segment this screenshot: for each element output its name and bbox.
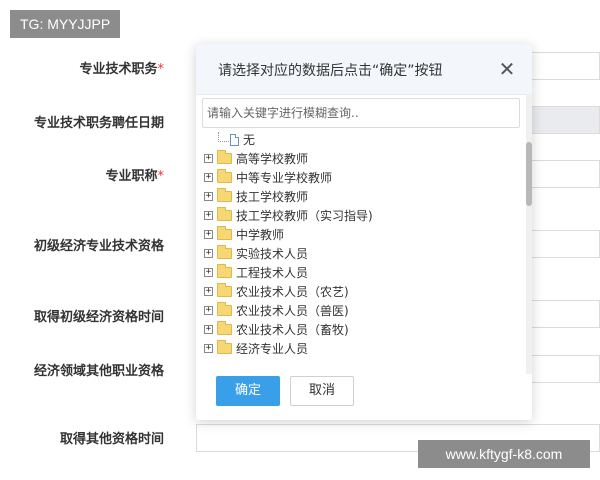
folder-icon [217,321,232,335]
watermark-bottom-right: www.kftygf-k8.com [418,440,590,468]
dialog-header: 请选择对应的数据后点击“确定”按钮 ✕ [196,44,532,95]
folder-icon [217,283,232,297]
dialog-title: 请选择对应的数据后点击“确定”按钮 [218,63,443,79]
expand-icon[interactable]: + [204,268,213,277]
folder-icon [217,340,232,354]
field-label-professional-title: 专业技术职务* [79,62,164,77]
tree-item-label: 高等学校教师 [236,152,309,166]
expand-icon[interactable]: + [204,325,213,334]
close-icon[interactable]: ✕ [496,58,518,80]
expand-icon[interactable]: + [204,344,213,353]
tree-item[interactable]: + 实验技术人员 [204,244,520,263]
tree-item-label: 实验技术人员 [236,247,309,261]
tree-item-label: 技工学校教师（实习指导) [236,209,373,223]
folder-icon [217,188,232,202]
expand-icon[interactable]: + [204,287,213,296]
tree-item-label: 农业技术人员（农艺) [236,285,349,299]
tree-item[interactable]: + 农业技术人员（兽医) [204,301,520,320]
field-label-professional-rank: 专业职称* [105,169,164,184]
tree-item-label: 农业技术人员（畜牧) [236,323,349,337]
tree-item-label: 工程技术人员 [236,266,309,280]
folder-icon [217,207,232,221]
tree-item[interactable]: + 经济专业人员 [204,339,520,358]
folder-icon [217,245,232,259]
expand-icon[interactable]: + [204,211,213,220]
expand-icon[interactable]: + [204,173,213,182]
category-tree: 无 + 高等学校教师 + 中等专业学校教师 + 技工学校教师 + 技工学校教师（实习指导) + 中… [204,130,520,362]
expand-icon[interactable]: + [204,230,213,239]
tree-item-none[interactable]: 无 [204,130,520,149]
tree-scrollbar[interactable] [526,94,532,374]
cancel-button[interactable]: 取消 [290,376,354,406]
scrollbar-thumb[interactable] [526,142,532,206]
field-label-other-qualification: 经济领域其他职业资格 [33,364,164,379]
field-label-junior-economic-qualification: 初级经济专业技术资格 [33,239,164,254]
folder-icon [217,150,232,164]
field-label-appointment-date: 专业技术职务聘任日期 [33,116,164,131]
tree-item[interactable]: + 技工学校教师（实习指导) [204,206,520,225]
search-input[interactable] [202,98,520,128]
expand-icon[interactable]: + [204,249,213,258]
tree-item[interactable]: + 高等学校教师 [204,149,520,168]
folder-icon [217,226,232,240]
tree-item[interactable]: + 中等专业学校教师 [204,168,520,187]
tree-item-label: 农业技术人员（兽医) [236,304,349,318]
folder-icon [217,302,232,316]
tree-item[interactable]: + 技工学校教师 [204,187,520,206]
tree-item[interactable]: + 工程技术人员 [204,263,520,282]
expand-icon[interactable]: + [204,306,213,315]
watermark-top-left: TG: MYYJJPP [10,10,121,38]
expand-icon[interactable]: + [204,192,213,201]
tree-item-label: 经济专业人员 [236,342,309,356]
tree-item-label: 中等专业学校教师 [236,171,333,185]
folder-icon [217,169,232,183]
tree-item-label: 无 [243,133,256,147]
expand-icon[interactable]: + [204,154,213,163]
field-label-other-qualification-date: 取得其他资格时间 [59,432,164,447]
tree-item[interactable]: + 中学教师 [204,225,520,244]
tree-item-label: 技工学校教师 [236,190,309,204]
file-icon [230,133,239,146]
folder-icon [217,264,232,278]
tree-item[interactable]: + 农业技术人员（畜牧) [204,320,520,339]
field-label-junior-qualification-date: 取得初级经济资格时间 [33,310,164,325]
tree-item[interactable]: + 农业技术人员（农艺) [204,282,520,301]
select-dialog: 请选择对应的数据后点击“确定”按钮 ✕ 无 + 高等学校教师 + 中等专业学校教师 + 技… [196,44,532,420]
confirm-button[interactable]: 确定 [216,376,280,406]
tree-item-label: 中学教师 [236,228,285,242]
